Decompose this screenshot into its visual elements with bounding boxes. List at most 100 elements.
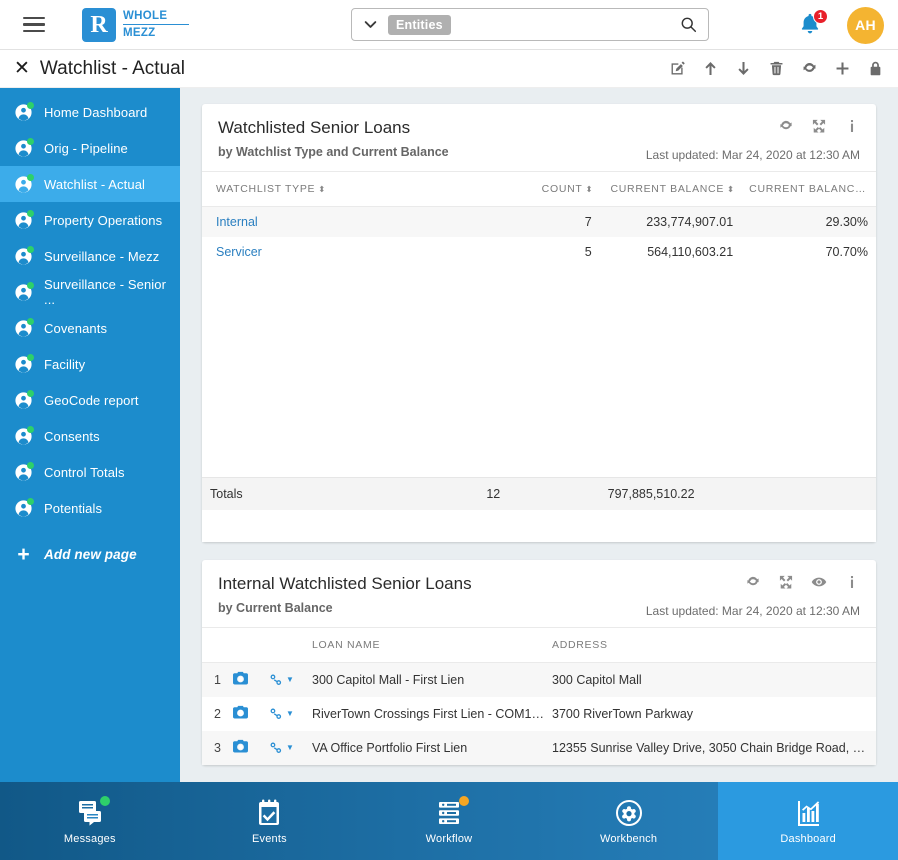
table-row[interactable]: Internal 7 233,774,907.01 29.30% [202, 206, 876, 238]
cell-link-menu[interactable]: ▼ [264, 731, 308, 765]
expand-icon[interactable] [778, 574, 794, 590]
user-avatar[interactable]: AH [847, 6, 884, 44]
user-page-icon [14, 209, 34, 230]
camera-icon[interactable] [228, 662, 264, 697]
workflow-icon [434, 795, 469, 828]
add-new-page-button[interactable]: + Add new page [0, 536, 180, 572]
cell-link-menu[interactable]: ▼ [264, 697, 308, 731]
cell-address: 12355 Sunrise Valley Drive, 3050 Chain B… [552, 740, 876, 755]
move-down-icon[interactable] [735, 60, 752, 77]
user-page-icon [14, 497, 34, 518]
sidebar-item-watchlist-actual[interactable]: Watchlist - Actual [0, 166, 180, 202]
user-page-icon [14, 245, 34, 266]
link-chain-icon[interactable]: ▼ [268, 672, 304, 688]
column-header-count[interactable]: COUNT ⬍ [478, 172, 600, 207]
column-header-address[interactable]: ADDRESS [548, 627, 876, 663]
sidebar-item-surveillance-mezz[interactable]: Surveillance - Mezz [0, 238, 180, 274]
internal-loans-table: LOAN NAME ADDRESS 1 ▼ 300 Capitol Mall -… [202, 627, 876, 765]
add-icon[interactable] [834, 60, 851, 77]
sidebar-item-label: Facility [44, 356, 86, 372]
menu-icon[interactable] [8, 16, 60, 33]
column-header-current-balance[interactable]: CURRENT BALANCE ⬍ [599, 172, 742, 207]
table-row[interactable]: Servicer 5 564,110,603.21 70.70% [202, 237, 876, 267]
bottom-nav-item-messages[interactable]: Messages [0, 782, 180, 860]
status-dot [27, 497, 34, 505]
refresh-icon[interactable] [801, 60, 818, 77]
card-watchlisted-senior-loans: Watchlisted Senior Loans by Watchlist Ty… [202, 104, 876, 542]
bottom-nav-item-dashboard[interactable]: Dashboard [718, 782, 898, 860]
status-dot [27, 245, 34, 253]
cell-watchlist-type: Internal [202, 207, 478, 238]
watchlist-type-link[interactable]: Internal [216, 215, 258, 229]
table-row[interactable]: 1 ▼ 300 Capitol Mall - First Lien 300 Ca… [202, 662, 876, 697]
refresh-icon[interactable] [745, 574, 761, 590]
sidebar-item-property-operations[interactable]: Property Operations [0, 202, 180, 238]
bottom-nav-item-events[interactable]: Events [180, 782, 360, 860]
search-icon[interactable] [668, 16, 708, 33]
user-page-icon [14, 389, 34, 410]
column-header-current-balance-pct[interactable]: CURRENT BALANCE % OF TO... [741, 172, 876, 207]
sidebar-item-covenants[interactable]: Covenants [0, 310, 180, 346]
sort-icon: ⬍ [727, 184, 734, 194]
user-page-icon [14, 281, 34, 302]
cell-address: 3700 RiverTown Parkway [552, 706, 694, 721]
card-last-updated: Last updated: Mar 24, 2020 at 12:30 AM [645, 603, 860, 618]
totals-row: Totals 12 797,885,510.22 [202, 477, 876, 510]
cell-row-number: 1 [214, 672, 221, 687]
sidebar-item-potentials[interactable]: Potentials [0, 490, 180, 526]
user-page-icon [14, 461, 34, 482]
lock-icon[interactable] [867, 60, 884, 77]
notification-badge: 1 [813, 9, 828, 24]
sidebar-item-home-dashboard[interactable]: Home Dashboard [0, 94, 180, 130]
column-label: COUNT [541, 183, 583, 195]
sidebar-item-consents[interactable]: Consents [0, 418, 180, 454]
bottom-nav-item-workbench[interactable]: Workbench [539, 782, 719, 860]
move-up-icon[interactable] [702, 60, 719, 77]
cell-link-menu[interactable]: ▼ [264, 662, 308, 697]
status-dot [27, 317, 34, 325]
app-logo[interactable]: R WHOLE MEZZ [82, 7, 190, 42]
bottom-nav-label: Messages [63, 832, 116, 845]
link-chain-icon[interactable]: ▼ [268, 706, 304, 722]
sidebar-item-label: Surveillance - Mezz [44, 248, 160, 264]
page-body: Home Dashboard Orig - Pipeline Watchlist… [0, 88, 898, 782]
sidebar-item-orig-pipeline[interactable]: Orig - Pipeline [0, 130, 180, 166]
close-icon[interactable]: ✕ [14, 59, 30, 78]
column-header-loan-name[interactable]: LOAN NAME [308, 627, 548, 663]
page-title: Watchlist - Actual [39, 57, 185, 79]
column-label: CURRENT BALANCE % OF TO... [749, 183, 876, 195]
refresh-icon[interactable] [778, 118, 794, 134]
table-row[interactable]: 2 ▼ RiverTown Crossings First Lien - COM… [202, 697, 876, 731]
edit-icon[interactable] [669, 60, 686, 77]
info-icon[interactable] [844, 574, 860, 590]
delete-icon[interactable] [768, 60, 785, 77]
column-header-watchlist-type[interactable]: WATCHLIST TYPE ⬍ [202, 172, 479, 207]
sidebar-item-control-totals[interactable]: Control Totals [0, 454, 180, 490]
expand-icon[interactable] [811, 118, 827, 134]
table-row[interactable]: 3 ▼ VA Office Portfolio First Lien 12355… [202, 730, 876, 765]
logo-line-1: WHOLE [123, 9, 190, 25]
camera-icon[interactable] [228, 697, 264, 731]
add-new-page-label: Add new page [44, 546, 137, 562]
sidebar-item-surveillance-senior[interactable]: Surveillance - Senior ... [0, 274, 180, 310]
sidebar-item-geocode-report[interactable]: GeoCode report [0, 382, 180, 418]
watchlist-type-link[interactable]: Servicer [216, 245, 262, 259]
sort-icon: ⬍ [318, 184, 325, 194]
bottom-nav-item-workflow[interactable]: Workflow [359, 782, 539, 860]
link-chain-icon[interactable]: ▼ [268, 740, 304, 756]
card-header: Watchlisted Senior Loans by Watchlist Ty… [202, 104, 876, 172]
eye-icon[interactable] [811, 574, 827, 590]
logo-mark-icon: R [82, 7, 116, 42]
user-page-icon [14, 101, 34, 122]
search-scope-chip[interactable]: Entities [388, 14, 451, 35]
totals-balance: 797,885,510.22 [607, 486, 695, 501]
chevron-down-icon[interactable] [352, 18, 388, 31]
status-dot [27, 353, 34, 361]
sidebar-item-facility[interactable]: Facility [0, 346, 180, 382]
info-icon[interactable] [844, 118, 860, 134]
notifications-bell-icon[interactable]: 1 [799, 9, 828, 38]
bottom-nav: Messages Events Workflow Workbench Dashb… [0, 782, 898, 860]
global-search-bar[interactable]: Entities [351, 8, 709, 41]
camera-icon[interactable] [228, 731, 264, 765]
search-input[interactable] [450, 17, 668, 32]
